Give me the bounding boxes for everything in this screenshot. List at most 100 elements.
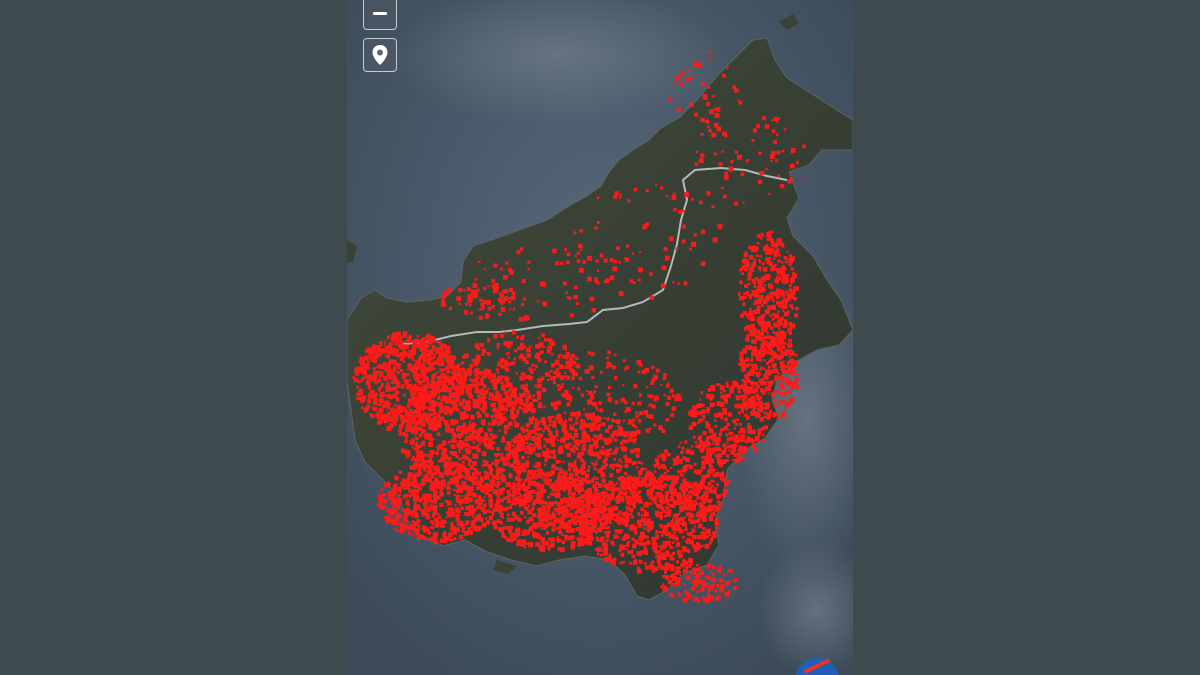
- fire-hotspot: [461, 361, 465, 365]
- fire-hotspot: [714, 424, 718, 428]
- fire-hotspot: [526, 493, 531, 498]
- fire-hotspot: [788, 321, 792, 325]
- fire-hotspot: [397, 486, 402, 492]
- fire-hotspot: [411, 350, 416, 356]
- fire-hotspot: [483, 487, 488, 493]
- fire-hotspot: [673, 488, 677, 492]
- fire-hotspot: [555, 488, 560, 492]
- fire-hotspot: [657, 455, 660, 458]
- fire-hotspot: [415, 399, 418, 402]
- fire-hotspot: [638, 559, 643, 564]
- fire-hotspot: [726, 393, 731, 399]
- fire-hotspot: [630, 449, 635, 454]
- fire-hotspot: [451, 370, 457, 375]
- fire-hotspot: [607, 397, 613, 402]
- fire-hotspot: [505, 367, 510, 372]
- fire-hotspot: [456, 442, 461, 448]
- map-view[interactable]: [347, 0, 853, 675]
- fire-hotspot: [743, 396, 747, 400]
- fire-hotspot: [671, 557, 675, 561]
- fire-hotspot: [688, 464, 693, 469]
- fire-hotspot: [511, 535, 517, 541]
- fire-hotspot: [604, 557, 609, 562]
- fire-hotspot: [508, 362, 512, 366]
- fire-hotspot: [785, 389, 790, 394]
- fire-hotspot: [549, 370, 553, 373]
- fire-hotspot: [422, 536, 427, 540]
- fire-hotspot: [360, 380, 363, 383]
- fire-hotspot: [453, 480, 456, 484]
- fire-hotspot: [461, 476, 464, 479]
- fire-hotspot: [428, 409, 432, 412]
- fire-hotspot: [545, 372, 550, 377]
- fire-hotspot: [520, 494, 523, 498]
- fire-hotspot: [562, 460, 565, 464]
- fire-hotspot: [708, 533, 712, 537]
- fire-hotspot: [573, 492, 577, 495]
- fire-hotspot: [462, 379, 465, 382]
- fire-hotspot: [795, 385, 800, 390]
- fire-hotspot: [551, 487, 556, 492]
- fire-hotspot: [777, 238, 782, 243]
- fire-hotspot: [654, 534, 660, 540]
- fire-hotspot: [424, 398, 428, 402]
- fire-hotspot: [643, 545, 647, 549]
- fire-hotspot: [574, 472, 579, 476]
- fire-hotspot: [684, 440, 688, 444]
- fire-hotspot: [610, 559, 615, 564]
- fire-hotspot: [776, 355, 782, 361]
- fire-hotspot: [500, 364, 505, 369]
- fire-hotspot: [557, 513, 560, 516]
- fire-hotspot: [556, 384, 560, 387]
- fire-hotspot: [722, 474, 725, 477]
- fire-hotspot: [631, 462, 635, 466]
- fire-hotspot: [580, 423, 585, 428]
- fire-hotspot: [405, 385, 411, 390]
- fire-hotspot: [429, 463, 433, 467]
- satellite-map[interactable]: [347, 0, 853, 675]
- fire-hotspot: [625, 495, 629, 500]
- fire-hotspot: [505, 454, 511, 460]
- fire-hotspot: [569, 447, 574, 452]
- fire-hotspot: [567, 468, 571, 472]
- fire-hotspot: [706, 494, 709, 498]
- fire-hotspot: [357, 379, 361, 384]
- fire-hotspot: [474, 343, 480, 349]
- fire-hotspot: [491, 398, 495, 401]
- fire-hotspot: [636, 466, 639, 469]
- fire-hotspot: [689, 506, 694, 511]
- fire-hotspot: [597, 416, 602, 420]
- fire-hotspot: [631, 537, 635, 541]
- fire-hotspot: [443, 368, 446, 371]
- fire-hotspot: [445, 516, 448, 519]
- fire-hotspot: [483, 496, 486, 499]
- fire-hotspot: [423, 424, 426, 427]
- fire-hotspot: [542, 545, 546, 550]
- fire-hotspot: [739, 422, 742, 426]
- fire-hotspot: [577, 491, 581, 495]
- fire-hotspot: [474, 469, 478, 474]
- fire-hotspot: [442, 478, 445, 481]
- fire-hotspot: [745, 290, 750, 295]
- fire-hotspot: [507, 443, 512, 448]
- fire-hotspot: [702, 430, 707, 435]
- fire-hotspot: [464, 448, 470, 453]
- fire-hotspot: [459, 469, 462, 472]
- fire-hotspot: [611, 418, 615, 423]
- fire-hotspot: [601, 472, 605, 476]
- fire-hotspot: [706, 461, 709, 464]
- fire-hotspot: [737, 397, 740, 401]
- fire-hotspot: [468, 387, 473, 392]
- fire-hotspot: [608, 510, 614, 516]
- fire-hotspot: [440, 398, 444, 402]
- fire-hotspot: [678, 530, 682, 534]
- fire-hotspot: [675, 545, 678, 548]
- fire-hotspot: [450, 527, 454, 531]
- fire-hotspot: [476, 356, 481, 361]
- fire-hotspot: [595, 460, 598, 463]
- fire-hotspot: [794, 313, 799, 318]
- fire-hotspot: [568, 466, 572, 469]
- fire-hotspot: [517, 517, 520, 520]
- fire-hotspot: [468, 491, 473, 495]
- fire-hotspot: [771, 363, 777, 368]
